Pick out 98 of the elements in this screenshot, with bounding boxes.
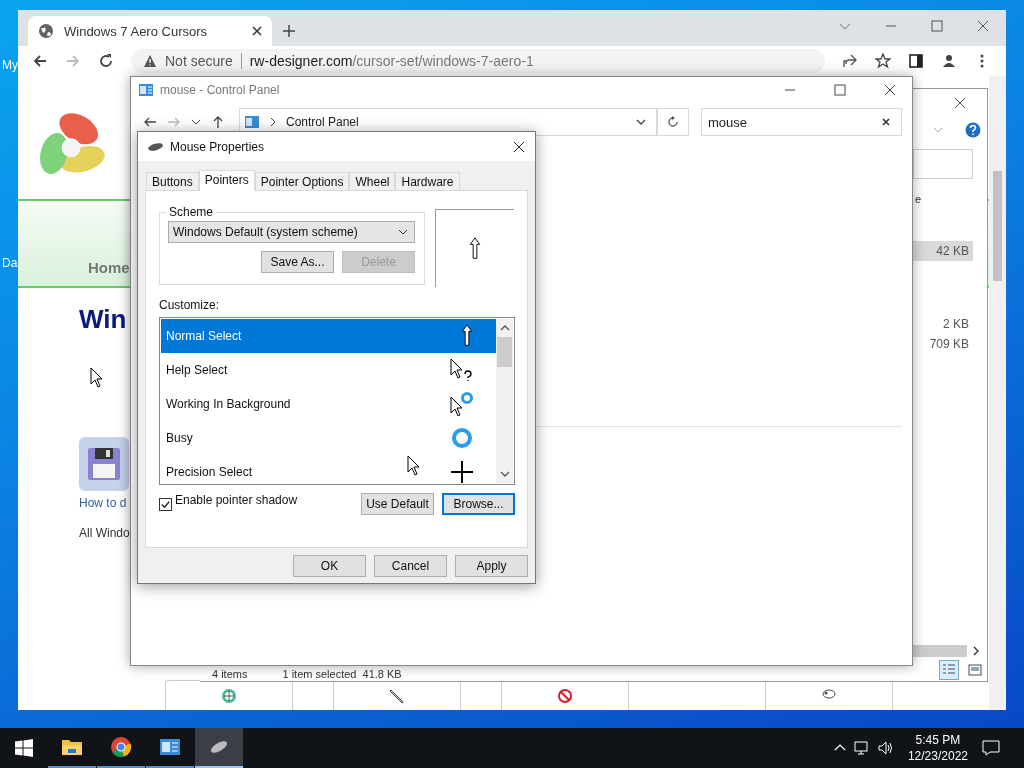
tab[interactable]: Pointers <box>198 170 255 191</box>
tab[interactable]: Hardware <box>395 172 460 190</box>
chevron-down-icon[interactable] <box>499 469 510 479</box>
target-icon <box>221 687 237 704</box>
busy-ring-icon <box>450 426 474 450</box>
back-arrow-icon[interactable] <box>32 53 48 69</box>
dialog-button[interactable]: OK <box>293 555 366 577</box>
cursor-icon <box>407 455 421 477</box>
tab[interactable]: Wheel <box>349 172 396 190</box>
url-text: rw-designer.com/cursor-set/windows-7-aero-1 <box>249 53 534 69</box>
scrollbar-thumb[interactable] <box>497 337 512 367</box>
scrollbar-thumb[interactable] <box>993 171 1002 281</box>
status-text: 4 items <box>212 667 248 680</box>
chevron-down-icon <box>398 227 408 237</box>
group-label: Scheme <box>168 205 215 219</box>
help-cursor-icon <box>450 358 474 382</box>
mouse-icon <box>147 141 164 152</box>
dialog-button[interactable]: Cancel <box>374 555 447 577</box>
control-panel-icon <box>159 736 181 758</box>
reload-icon[interactable] <box>98 53 114 69</box>
chevron-down-icon[interactable] <box>191 117 201 127</box>
maximize-icon[interactable] <box>931 20 943 32</box>
icon-tile[interactable] <box>79 437 129 491</box>
chevron-down-icon[interactable] <box>636 117 646 127</box>
address-bar[interactable]: Not secure rw-designer.com/cursor-set/windows-7-aero-1 <box>131 49 825 73</box>
tab[interactable]: Buttons <box>146 172 199 190</box>
pen-icon <box>389 687 405 704</box>
scheme-dropdown[interactable]: Windows Default (system scheme) <box>168 221 415 243</box>
scrollbar[interactable] <box>496 319 513 483</box>
pointer-button[interactable]: Use Default <box>361 493 434 515</box>
file-size[interactable]: 42 KB <box>913 241 973 261</box>
refresh-icon <box>667 116 679 128</box>
close-icon[interactable] <box>954 97 966 109</box>
share-icon[interactable] <box>842 53 858 69</box>
checkbox[interactable] <box>159 497 172 511</box>
pointer-list-item[interactable]: Precision Select <box>161 455 496 483</box>
browser-tab[interactable]: Windows 7 Aero Cursors <box>28 16 272 46</box>
help-icon[interactable] <box>965 122 981 138</box>
clock-time: 5:45 PM <box>915 733 961 747</box>
crosshair-icon <box>450 460 474 483</box>
no-entry-icon <box>557 687 573 704</box>
search-field[interactable] <box>913 149 973 179</box>
window-title: mouse - Control Panel <box>160 83 280 97</box>
dialog-button[interactable]: Apply <box>455 555 528 577</box>
search-field[interactable]: mouse <box>701 108 902 136</box>
security-label[interactable]: Not secure <box>165 53 242 69</box>
refresh-button[interactable] <box>657 108 689 136</box>
up-arrow-cursor-icon <box>468 235 482 262</box>
chevron-right-icon[interactable] <box>268 117 278 127</box>
taskbar-button[interactable] <box>195 728 243 768</box>
pointer-list-item[interactable]: Help Select <box>161 353 496 387</box>
back-arrow-icon[interactable] <box>143 115 157 129</box>
close-icon[interactable] <box>252 26 262 36</box>
scrollbar[interactable] <box>913 645 967 657</box>
page-text: All Windo <box>79 526 130 540</box>
scheme-button[interactable]: Save As... <box>261 251 334 273</box>
pointer-list-item[interactable]: Normal Select <box>161 319 496 353</box>
side-panel-icon[interactable] <box>908 53 924 69</box>
control-panel-icon <box>244 114 260 130</box>
up-arrow-icon[interactable] <box>211 115 225 129</box>
close-icon[interactable] <box>884 84 896 96</box>
globe-icon <box>38 23 54 39</box>
checkbox-label[interactable]: Enable pointer shadow <box>175 493 298 507</box>
volume-icon[interactable] <box>877 740 894 756</box>
tab[interactable]: Pointer Options <box>254 172 350 190</box>
breadcrumb-link[interactable]: Control Panel <box>286 115 359 129</box>
cursor-icon <box>90 367 104 389</box>
status-text: 1 item selected 41.8 KB <box>282 667 402 680</box>
up-arrow-cursor-icon <box>460 323 474 349</box>
pointer-list-item[interactable]: Busy <box>161 421 496 455</box>
working-cursor-icon <box>450 392 474 416</box>
column-header[interactable]: e <box>913 193 973 205</box>
scrollbar[interactable] <box>989 76 1006 710</box>
file-size[interactable]: 2 KB <box>913 314 973 334</box>
network-icon[interactable] <box>853 740 870 756</box>
chevron-right-icon[interactable] <box>971 646 981 656</box>
nav-link[interactable]: Home <box>88 259 130 276</box>
customize-label: Customize: <box>159 298 221 312</box>
pointer-button[interactable]: Browse... <box>442 493 515 515</box>
plus-icon[interactable] <box>282 24 296 38</box>
profile-icon[interactable] <box>941 53 957 69</box>
chrome-icon <box>110 736 132 758</box>
clock-date: 12/23/2022 <box>907 749 968 763</box>
control-panel-icon <box>138 82 154 98</box>
pointer-list-item[interactable]: Working In Background <box>161 387 496 421</box>
dialog-title: Mouse Properties <box>170 139 265 154</box>
close-icon[interactable] <box>513 140 525 153</box>
maximize-icon[interactable] <box>834 84 846 96</box>
page-heading: Win <box>79 304 127 335</box>
clock[interactable]: 5:45 PM 12/23/2022 <box>907 733 968 763</box>
chevron-up-icon[interactable] <box>499 323 510 333</box>
page-link[interactable]: How to d <box>79 496 127 510</box>
file-size[interactable]: 709 KB <box>913 334 973 354</box>
notification-icon[interactable] <box>982 739 1000 757</box>
clear-icon[interactable] <box>881 117 891 127</box>
windows-logo-icon[interactable] <box>15 739 33 757</box>
star-icon[interactable] <box>875 53 891 69</box>
warning-icon <box>143 54 157 68</box>
